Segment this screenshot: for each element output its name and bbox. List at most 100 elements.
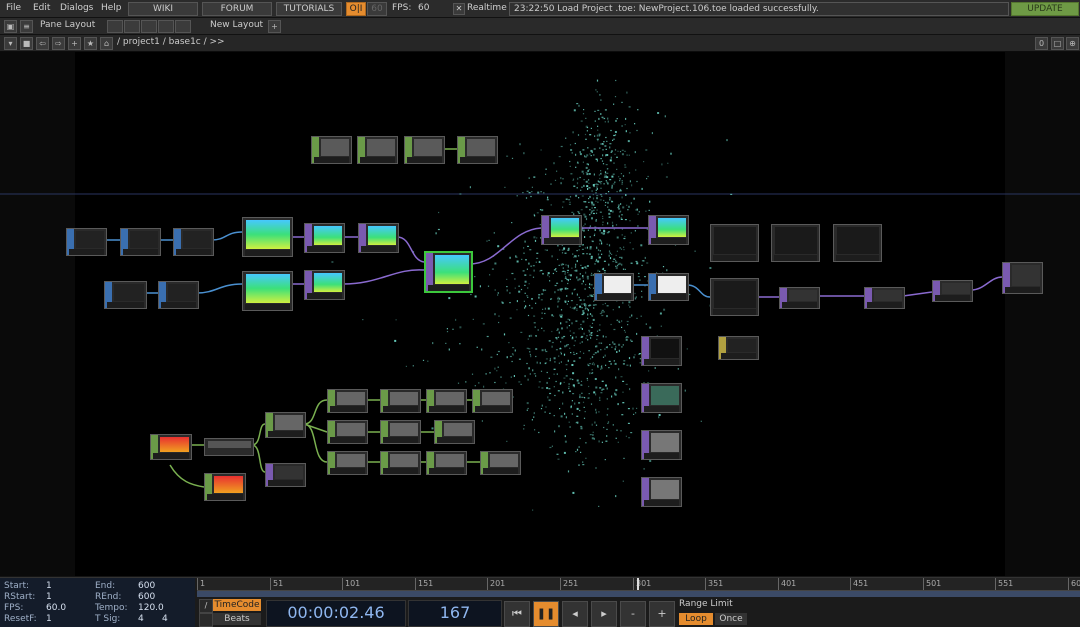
render-node[interactable] <box>833 224 882 262</box>
tsig-denominator[interactable]: 4 <box>162 614 168 624</box>
warning-node[interactable] <box>641 336 682 366</box>
chop-node[interactable] <box>380 420 421 444</box>
chop-node[interactable] <box>357 136 398 164</box>
checkbox-icon[interactable]: ✕ <box>453 3 465 15</box>
chop-node[interactable] <box>327 420 368 444</box>
warning-node[interactable] <box>641 383 682 413</box>
pause-icon[interactable]: ❚❚ <box>533 601 559 627</box>
start-value[interactable]: 1 <box>46 581 52 591</box>
beats-toggle[interactable]: Beats <box>213 613 261 625</box>
chop-node[interactable] <box>434 420 475 444</box>
fps-value[interactable]: 60.0 <box>46 603 66 613</box>
network-editor[interactable] <box>0 52 1080 576</box>
top-node[interactable] <box>648 273 689 301</box>
chop-node[interactable] <box>472 389 513 413</box>
end-value[interactable]: 600 <box>138 581 155 591</box>
home-icon[interactable]: ⌂ <box>100 37 113 50</box>
chop-node[interactable] <box>426 451 467 475</box>
page-number[interactable]: 0 <box>1035 37 1048 50</box>
audio-node[interactable] <box>204 473 246 501</box>
timecode-toggle[interactable]: TimeCode <box>213 599 261 611</box>
chevron-down-icon[interactable]: ▾ <box>4 37 17 50</box>
star-icon[interactable]: ★ <box>84 37 97 50</box>
forum-button[interactable]: FORUM <box>202 2 272 16</box>
playhead[interactable] <box>637 578 639 590</box>
beats-checkbox[interactable] <box>199 613 213 627</box>
layout-single-icon[interactable] <box>107 20 123 33</box>
chop-node[interactable] <box>480 451 521 475</box>
step-back-icon[interactable]: ◂ <box>562 601 588 627</box>
range-bar[interactable] <box>197 591 1080 597</box>
menu-dialogs[interactable]: Dialogs <box>60 3 93 13</box>
chop-node[interactable] <box>457 136 498 164</box>
new-layout-label[interactable]: New Layout <box>210 20 263 30</box>
edit-icon[interactable]: / <box>199 599 213 613</box>
time-ruler[interactable]: 151101151201251301351401451501551600 <box>197 578 1080 591</box>
wiki-button[interactable]: WIKI <box>128 2 198 16</box>
menu-help[interactable]: Help <box>101 3 122 13</box>
layout-triple-icon[interactable] <box>175 20 191 33</box>
add-layout-button[interactable]: + <box>268 20 281 33</box>
tsig-numerator[interactable]: 4 <box>138 614 144 624</box>
chop-node[interactable] <box>265 412 306 438</box>
selected-node[interactable] <box>424 251 473 293</box>
plus-icon[interactable]: + <box>649 601 675 627</box>
menu-edit[interactable]: Edit <box>33 3 50 13</box>
out-node[interactable] <box>1002 262 1043 294</box>
comp-node[interactable] <box>779 287 820 309</box>
layout-split-h-icon[interactable] <box>124 20 140 33</box>
split-icon[interactable]: ≡ <box>20 20 33 33</box>
back-icon[interactable]: ⇦ <box>36 37 49 50</box>
minus-icon[interactable]: - <box>620 601 646 627</box>
chop-node[interactable] <box>718 336 759 360</box>
add-icon[interactable]: + <box>68 37 81 50</box>
rstart-value[interactable]: 1 <box>46 592 52 602</box>
menu-file[interactable]: File <box>6 3 21 13</box>
movie-in-node[interactable] <box>104 281 147 309</box>
tempo-value[interactable]: 120.0 <box>138 603 164 613</box>
rend-value[interactable]: 600 <box>138 592 155 602</box>
step-forward-icon[interactable]: ▸ <box>591 601 617 627</box>
chop-node[interactable] <box>204 438 254 456</box>
rewind-icon[interactable]: ⏮ <box>504 601 530 627</box>
layout-quad-icon[interactable] <box>158 20 174 33</box>
comp-node[interactable] <box>932 280 973 302</box>
chop-node[interactable] <box>311 136 352 164</box>
window-icon[interactable]: □ <box>1051 37 1064 50</box>
glsl-node[interactable] <box>648 215 689 245</box>
loop-toggle[interactable]: Loop <box>679 613 713 625</box>
perform-mode-button[interactable]: O|I <box>346 2 366 16</box>
chop-node[interactable] <box>327 389 368 413</box>
glsl-node[interactable] <box>304 270 345 300</box>
spectrum-node[interactable] <box>242 271 293 311</box>
chop-node[interactable] <box>404 136 445 164</box>
frame-display[interactable]: 167 <box>408 600 502 627</box>
forward-icon[interactable]: ⇨ <box>52 37 65 50</box>
render-node[interactable] <box>710 278 759 316</box>
render-node[interactable] <box>771 224 820 262</box>
tutorials-button[interactable]: TUTORIALS <box>276 2 342 16</box>
top-node[interactable] <box>173 228 214 256</box>
once-toggle[interactable]: Once <box>715 613 747 625</box>
render-node[interactable] <box>710 224 759 262</box>
update-button[interactable]: UPDATE <box>1011 2 1079 16</box>
glsl-node[interactable] <box>358 223 399 253</box>
chop-node[interactable] <box>380 451 421 475</box>
timecode-display[interactable]: 00:00:02.46 <box>266 600 406 627</box>
comp-node[interactable] <box>864 287 905 309</box>
top-node[interactable] <box>594 273 634 301</box>
options-icon[interactable]: ⊕ <box>1066 37 1079 50</box>
chop-node[interactable] <box>327 451 368 475</box>
audio-node[interactable] <box>150 434 192 460</box>
network-path[interactable]: / project1 / base1c / >> <box>117 37 225 47</box>
chop-node[interactable] <box>265 463 306 487</box>
warning-node[interactable] <box>641 477 682 507</box>
top-node[interactable] <box>158 281 199 309</box>
stop-icon[interactable]: ■ <box>20 37 33 50</box>
resetf-value[interactable]: 1 <box>46 614 52 624</box>
chop-node[interactable] <box>380 389 421 413</box>
layout-split-v-icon[interactable] <box>141 20 157 33</box>
chop-node[interactable] <box>426 389 467 413</box>
viewer-icon[interactable]: ▣ <box>4 20 17 33</box>
glsl-node[interactable] <box>304 223 345 253</box>
